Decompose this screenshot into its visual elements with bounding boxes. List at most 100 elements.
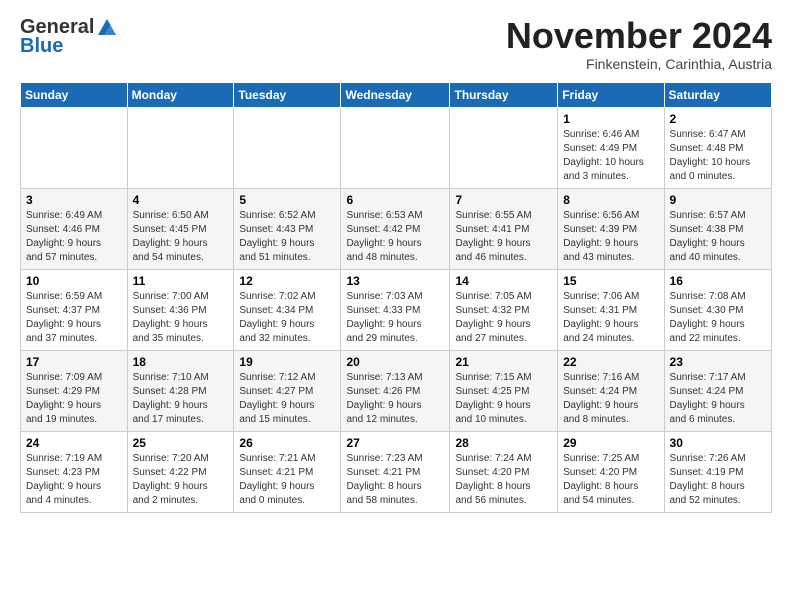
- day-info: Sunrise: 7:26 AM Sunset: 4:19 PM Dayligh…: [670, 452, 766, 508]
- header: General Blue November 2024 Finkenstein, …: [20, 16, 772, 72]
- calendar-cell: 13Sunrise: 7:03 AM Sunset: 4:33 PM Dayli…: [341, 269, 450, 350]
- day-number: 18: [133, 355, 229, 369]
- week-row-4: 24 Sunrise: 7:19 AM Sunset: 4:23 PM Dayli…: [21, 431, 772, 512]
- day-info: Sunrise: 6:55 AM Sunset: 4:41 PM Dayligh…: [455, 209, 552, 265]
- header-saturday: Saturday: [664, 82, 771, 107]
- header-friday: Friday: [558, 82, 664, 107]
- month-title: November 2024: [506, 16, 772, 56]
- calendar-cell: 1Sunrise: 6:46 AM Sunset: 4:49 PM Daylig…: [558, 107, 664, 188]
- calendar-cell: 2 Sunrise: 6:47 AM Sunset: 4:48 PM Daylig…: [664, 107, 771, 188]
- calendar-cell: 18 Sunrise: 7:10 AM Sunset: 4:28 PM Dayli…: [127, 350, 234, 431]
- calendar-cell: 16 Sunrise: 7:08 AM Sunset: 4:30 PM Dayli…: [664, 269, 771, 350]
- title-block: November 2024 Finkenstein, Carinthia, Au…: [506, 16, 772, 72]
- header-tuesday: Tuesday: [234, 82, 341, 107]
- calendar-cell: 10 Sunrise: 6:59 AM Sunset: 4:37 PM Dayli…: [21, 269, 128, 350]
- day-number: 5: [239, 193, 335, 207]
- calendar-cell: [450, 107, 558, 188]
- day-number: 26: [239, 436, 335, 450]
- day-number: 21: [455, 355, 552, 369]
- day-info: Sunrise: 6:50 AM Sunset: 4:45 PM Dayligh…: [133, 209, 229, 265]
- calendar-cell: 27 Sunrise: 7:23 AM Sunset: 4:21 PM Dayli…: [341, 431, 450, 512]
- day-number: 23: [670, 355, 766, 369]
- day-info: Sunrise: 7:24 AM Sunset: 4:20 PM Dayligh…: [455, 452, 552, 508]
- calendar-cell: 25 Sunrise: 7:20 AM Sunset: 4:22 PM Dayli…: [127, 431, 234, 512]
- day-info: Sunrise: 7:10 AM Sunset: 4:28 PM Dayligh…: [133, 371, 229, 427]
- calendar-cell: 26 Sunrise: 7:21 AM Sunset: 4:21 PM Dayli…: [234, 431, 341, 512]
- day-info: Sunrise: 7:19 AM Sunset: 4:23 PM Dayligh…: [26, 452, 122, 508]
- logo: General Blue: [20, 16, 118, 58]
- day-number: 6: [346, 193, 444, 207]
- day-number: 4: [133, 193, 229, 207]
- day-info: Sunrise: 7:17 AM Sunset: 4:24 PM Dayligh…: [670, 371, 766, 427]
- day-number: 9: [670, 193, 766, 207]
- calendar-cell: 19 Sunrise: 7:12 AM Sunset: 4:27 PM Dayli…: [234, 350, 341, 431]
- day-number: 29: [563, 436, 658, 450]
- calendar-cell: [21, 107, 128, 188]
- day-number: 11: [133, 274, 229, 288]
- day-info: Sunrise: 7:12 AM Sunset: 4:27 PM Dayligh…: [239, 371, 335, 427]
- day-info: Sunrise: 7:15 AM Sunset: 4:25 PM Dayligh…: [455, 371, 552, 427]
- calendar-cell: [234, 107, 341, 188]
- calendar-cell: 5 Sunrise: 6:52 AM Sunset: 4:43 PM Daylig…: [234, 188, 341, 269]
- calendar-cell: 6 Sunrise: 6:53 AM Sunset: 4:42 PM Daylig…: [341, 188, 450, 269]
- calendar-header-row: SundayMondayTuesdayWednesdayThursdayFrid…: [21, 82, 772, 107]
- day-number: 3: [26, 193, 122, 207]
- day-number: 27: [346, 436, 444, 450]
- day-info: Sunrise: 7:02 AM Sunset: 4:34 PM Dayligh…: [239, 290, 335, 346]
- calendar-cell: 28Sunrise: 7:24 AM Sunset: 4:20 PM Dayli…: [450, 431, 558, 512]
- header-wednesday: Wednesday: [341, 82, 450, 107]
- week-row-2: 10 Sunrise: 6:59 AM Sunset: 4:37 PM Dayli…: [21, 269, 772, 350]
- header-thursday: Thursday: [450, 82, 558, 107]
- calendar-cell: 7 Sunrise: 6:55 AM Sunset: 4:41 PM Daylig…: [450, 188, 558, 269]
- day-number: 24: [26, 436, 122, 450]
- day-number: 22: [563, 355, 658, 369]
- calendar-cell: 30Sunrise: 7:26 AM Sunset: 4:19 PM Dayli…: [664, 431, 771, 512]
- day-number: 17: [26, 355, 122, 369]
- day-number: 16: [670, 274, 766, 288]
- calendar-cell: 21 Sunrise: 7:15 AM Sunset: 4:25 PM Dayli…: [450, 350, 558, 431]
- logo-blue: Blue: [20, 35, 63, 58]
- day-number: 19: [239, 355, 335, 369]
- header-sunday: Sunday: [21, 82, 128, 107]
- day-info: Sunrise: 6:57 AM Sunset: 4:38 PM Dayligh…: [670, 209, 766, 265]
- day-info: Sunrise: 6:59 AM Sunset: 4:37 PM Dayligh…: [26, 290, 122, 346]
- week-row-0: 1Sunrise: 6:46 AM Sunset: 4:49 PM Daylig…: [21, 107, 772, 188]
- day-number: 13: [346, 274, 444, 288]
- day-number: 25: [133, 436, 229, 450]
- week-row-3: 17 Sunrise: 7:09 AM Sunset: 4:29 PM Dayli…: [21, 350, 772, 431]
- day-number: 12: [239, 274, 335, 288]
- day-info: Sunrise: 6:52 AM Sunset: 4:43 PM Dayligh…: [239, 209, 335, 265]
- day-number: 7: [455, 193, 552, 207]
- day-info: Sunrise: 7:08 AM Sunset: 4:30 PM Dayligh…: [670, 290, 766, 346]
- day-info: Sunrise: 7:23 AM Sunset: 4:21 PM Dayligh…: [346, 452, 444, 508]
- day-number: 2: [670, 112, 766, 126]
- logo-icon: [96, 17, 118, 39]
- calendar-cell: 23 Sunrise: 7:17 AM Sunset: 4:24 PM Dayli…: [664, 350, 771, 431]
- day-number: 20: [346, 355, 444, 369]
- calendar-table: SundayMondayTuesdayWednesdayThursdayFrid…: [20, 82, 772, 513]
- day-info: Sunrise: 7:09 AM Sunset: 4:29 PM Dayligh…: [26, 371, 122, 427]
- day-info: Sunrise: 6:56 AM Sunset: 4:39 PM Dayligh…: [563, 209, 658, 265]
- calendar-cell: 9 Sunrise: 6:57 AM Sunset: 4:38 PM Daylig…: [664, 188, 771, 269]
- calendar-cell: 15Sunrise: 7:06 AM Sunset: 4:31 PM Dayli…: [558, 269, 664, 350]
- day-info: Sunrise: 6:46 AM Sunset: 4:49 PM Dayligh…: [563, 128, 658, 184]
- day-info: Sunrise: 7:06 AM Sunset: 4:31 PM Dayligh…: [563, 290, 658, 346]
- day-info: Sunrise: 6:47 AM Sunset: 4:48 PM Dayligh…: [670, 128, 766, 184]
- header-monday: Monday: [127, 82, 234, 107]
- day-info: Sunrise: 6:53 AM Sunset: 4:42 PM Dayligh…: [346, 209, 444, 265]
- day-info: Sunrise: 7:13 AM Sunset: 4:26 PM Dayligh…: [346, 371, 444, 427]
- calendar-cell: 4 Sunrise: 6:50 AM Sunset: 4:45 PM Daylig…: [127, 188, 234, 269]
- day-info: Sunrise: 7:16 AM Sunset: 4:24 PM Dayligh…: [563, 371, 658, 427]
- calendar-cell: 22 Sunrise: 7:16 AM Sunset: 4:24 PM Dayli…: [558, 350, 664, 431]
- day-number: 10: [26, 274, 122, 288]
- day-info: Sunrise: 7:00 AM Sunset: 4:36 PM Dayligh…: [133, 290, 229, 346]
- calendar-cell: 17 Sunrise: 7:09 AM Sunset: 4:29 PM Dayli…: [21, 350, 128, 431]
- calendar-cell: [341, 107, 450, 188]
- calendar-cell: 24 Sunrise: 7:19 AM Sunset: 4:23 PM Dayli…: [21, 431, 128, 512]
- page: General Blue November 2024 Finkenstein, …: [0, 0, 792, 529]
- day-info: Sunrise: 7:20 AM Sunset: 4:22 PM Dayligh…: [133, 452, 229, 508]
- calendar-cell: 12 Sunrise: 7:02 AM Sunset: 4:34 PM Dayli…: [234, 269, 341, 350]
- week-row-1: 3Sunrise: 6:49 AM Sunset: 4:46 PM Daylig…: [21, 188, 772, 269]
- calendar-cell: [127, 107, 234, 188]
- day-info: Sunrise: 7:21 AM Sunset: 4:21 PM Dayligh…: [239, 452, 335, 508]
